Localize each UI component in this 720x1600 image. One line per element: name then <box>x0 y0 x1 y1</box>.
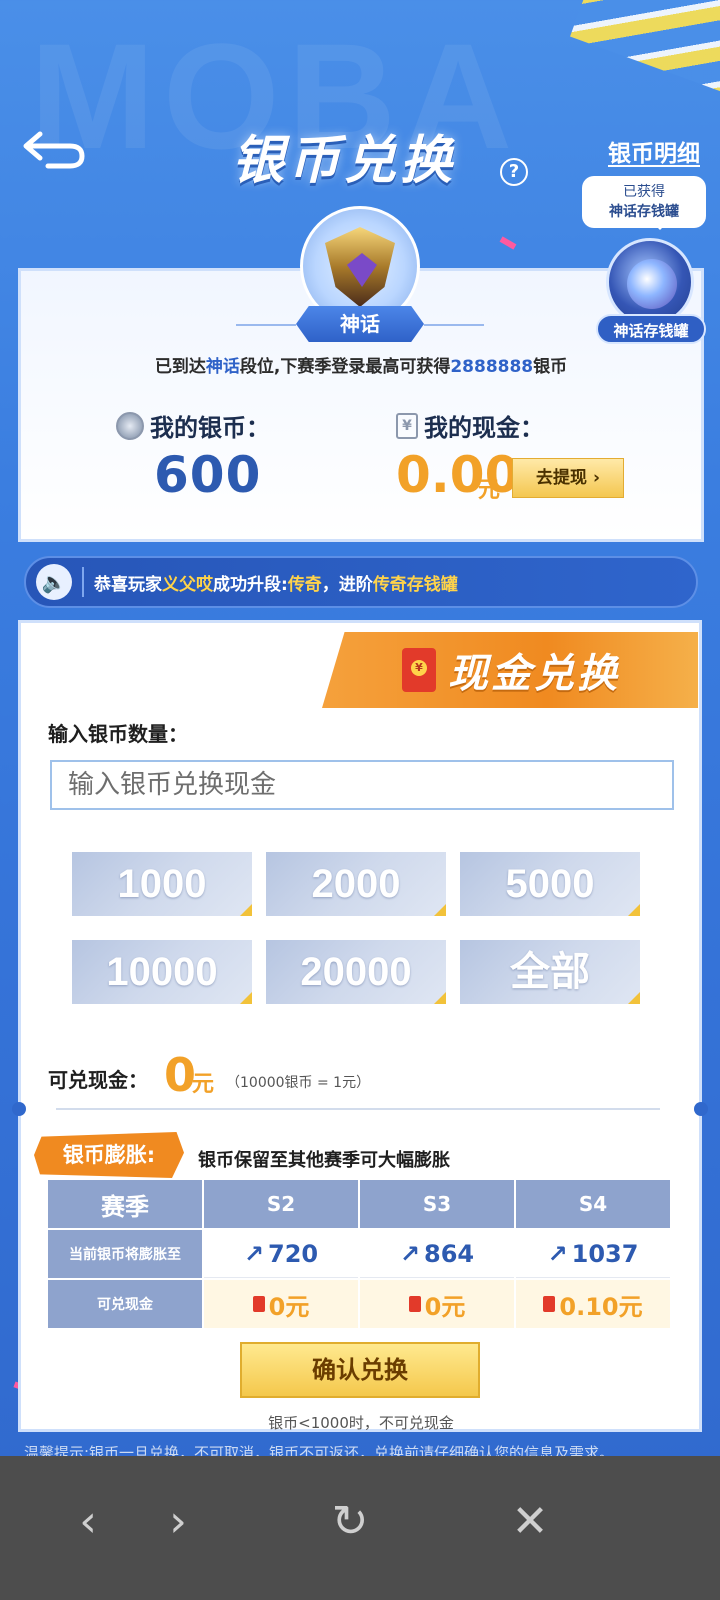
my-cash-label: ¥ 我的现金： <box>396 408 544 443</box>
browser-reload-button[interactable]: ↻ <box>320 1492 380 1552</box>
confetti <box>499 236 517 250</box>
confirm-exchange-button[interactable]: 确认兑换 <box>240 1342 480 1398</box>
inflation-tag: 银币膨胀: <box>34 1132 184 1178</box>
inflation-table: 赛季 S2 S3 S4 当前银币将膨胀至 ↗ 720 ↗ 864 ↗ 1037 可兑现… <box>48 1180 674 1330</box>
rank-name: 神话 <box>205 357 240 377</box>
rank-badge: 神话 <box>296 306 424 342</box>
text: ，进阶 <box>321 574 373 595</box>
table-cell: 0元 <box>204 1280 358 1328</box>
table-row: 当前银币将膨胀至 ↗ 720 ↗ 864 ↗ 1037 <box>48 1230 674 1278</box>
browser-back-button[interactable]: ‹ <box>58 1492 118 1552</box>
amount-2000-button[interactable]: 2000 <box>266 852 446 916</box>
cell-value: 720 <box>268 1239 319 1268</box>
player-name: 义父哎 <box>162 574 213 595</box>
up-arrow-icon: ↗ <box>547 1239 568 1268</box>
inflation-description: 银币保留至其他赛季可大幅膨胀 <box>198 1150 450 1171</box>
rank-description: 已到达神话段位,下赛季登录最高可获得2888888银币 <box>0 352 720 377</box>
table-cell: ↗ 720 <box>204 1230 358 1278</box>
browser-forward-button[interactable]: › <box>148 1492 208 1552</box>
input-label: 输入银币数量： <box>48 722 188 746</box>
amount-1000-button[interactable]: 1000 <box>72 852 252 916</box>
piggy-tooltip: 已获得 神话存钱罐 <box>582 176 706 230</box>
table-header: S2 <box>204 1180 358 1228</box>
cell-value: 864 <box>424 1239 475 1268</box>
red-packet-icon <box>402 648 436 692</box>
my-coins-value: 600 <box>154 446 262 504</box>
up-arrow-icon: ↗ <box>243 1239 264 1268</box>
my-coins-label: 我的银币： <box>116 408 270 443</box>
divider <box>424 324 484 326</box>
browser-toolbar: ‹ › ↻ ✕ <box>0 1456 720 1600</box>
piggy-bank-label[interactable]: 神话存钱罐 <box>596 314 706 344</box>
amount-10000-button[interactable]: 10000 <box>72 940 252 1004</box>
cash-unit: 元 <box>192 1072 215 1097</box>
red-packet-icon <box>252 1296 265 1312</box>
divider <box>56 1108 660 1110</box>
rank-name: 传奇 <box>287 574 322 595</box>
table-cell: ↗ 864 <box>360 1230 514 1278</box>
text: 银币 <box>533 357 568 377</box>
red-packet-icon <box>408 1296 421 1312</box>
reward-amount: 2888888 <box>450 357 534 377</box>
table-header-row: 赛季 S2 S3 S4 <box>48 1180 674 1228</box>
browser-close-button[interactable]: ✕ <box>500 1492 560 1552</box>
row-label: 可兑现金 <box>48 1280 202 1328</box>
announcement-text: 恭喜玩家义父哎成功升段:传奇，进阶传奇存钱罐 <box>94 570 458 595</box>
cell-value: 0.10元 <box>559 1292 643 1321</box>
table-header: 赛季 <box>48 1180 202 1228</box>
row-label: 当前银币将膨胀至 <box>48 1230 202 1278</box>
decor-stripe <box>570 0 720 99</box>
jar-name: 传奇存钱罐 <box>372 574 458 595</box>
exchangeable-cash-label: 可兑现金： <box>48 1068 148 1092</box>
decor-dot <box>694 1102 708 1116</box>
divider <box>236 324 296 326</box>
text: 段位,下赛季登录最高可获得 <box>239 357 451 377</box>
withdraw-button[interactable]: 去提现 › <box>512 458 624 498</box>
announcement-bar: 🔈 恭喜玩家义父哎成功升段:传奇，进阶传奇存钱罐 <box>24 556 698 608</box>
amount-5000-button[interactable]: 5000 <box>460 852 640 916</box>
decor-dot <box>12 1102 26 1116</box>
table-row: 可兑现金 0元 0元 0.10元 <box>48 1280 674 1328</box>
back-arrow-icon <box>23 131 85 169</box>
up-arrow-icon: ↗ <box>399 1239 420 1268</box>
table-cell: ↗ 1037 <box>516 1230 670 1278</box>
tooltip-line: 已获得 <box>623 184 665 200</box>
speaker-icon: 🔈 <box>36 564 72 600</box>
cash-unit: 元 <box>478 478 501 503</box>
table-header: S3 <box>360 1180 514 1228</box>
table-cell: 0.10元 <box>516 1280 670 1328</box>
confirm-note: 银币<1000时，不可兑现金 <box>268 1414 454 1432</box>
cell-value: 1037 <box>571 1239 639 1268</box>
divider <box>82 567 84 597</box>
label-text: 我的现金： <box>424 414 544 442</box>
table-header: S4 <box>516 1180 670 1228</box>
amount-20000-button[interactable]: 20000 <box>266 940 446 1004</box>
tooltip-line: 神话存钱罐 <box>609 204 679 220</box>
table-cell: 0元 <box>360 1280 514 1328</box>
back-button[interactable] <box>20 128 90 172</box>
coin-amount-input[interactable] <box>50 760 674 810</box>
page-title: 银币兑换 <box>232 131 457 191</box>
my-cash-value: 0.00 <box>396 446 520 504</box>
coin-detail-link[interactable]: 银币明细 <box>608 134 700 168</box>
amount-all-button[interactable]: 全部 <box>460 940 640 1004</box>
text: 成功升段: <box>213 574 288 595</box>
text: 恭喜玩家 <box>94 574 162 595</box>
text: 已到达 <box>154 357 206 377</box>
piggy-bank-icon[interactable] <box>606 238 694 326</box>
section-title: 现金兑换 <box>448 651 620 697</box>
wallet-icon: ¥ <box>396 412 418 439</box>
cell-value: 0元 <box>424 1292 466 1321</box>
label-text: 我的银币： <box>150 414 270 442</box>
red-packet-icon <box>543 1296 556 1312</box>
silver-coin-icon <box>116 411 144 440</box>
help-icon[interactable]: ? <box>500 158 528 186</box>
section-header: 现金兑换 <box>322 632 698 708</box>
cell-value: 0元 <box>268 1292 310 1321</box>
exchange-rate: （10000银币 = 1元） <box>226 1075 371 1091</box>
